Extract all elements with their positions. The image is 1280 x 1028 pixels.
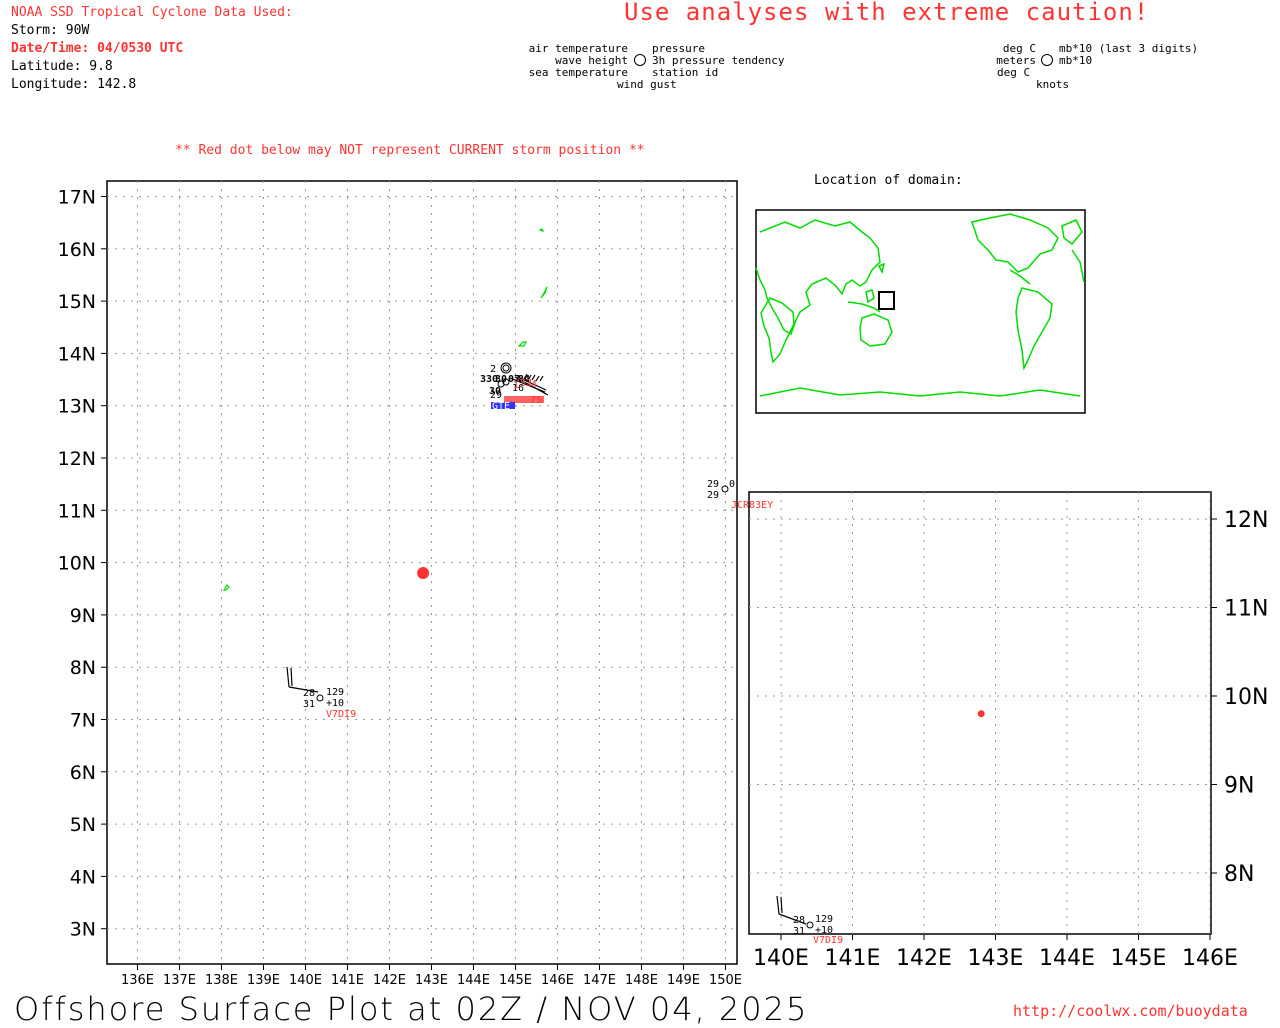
svg-text:4: 4 bbox=[531, 379, 537, 390]
main-lat-label: 15N bbox=[58, 291, 96, 313]
station-jcr83ey: 29 29 0 JCR83EY bbox=[707, 479, 773, 511]
jcr83ey-sea-temp: 29 bbox=[707, 490, 719, 501]
main-lon-label: 138E bbox=[205, 973, 238, 988]
main-lon-label: 145E bbox=[499, 973, 532, 988]
island-yap bbox=[222, 584, 230, 591]
main-lat-label: 5N bbox=[70, 814, 96, 836]
main-lon-label: 141E bbox=[331, 973, 364, 988]
storm-position-dot bbox=[417, 567, 430, 580]
main-lon-label: 148E bbox=[625, 973, 658, 988]
main-lat-label: 14N bbox=[58, 343, 96, 365]
main-lon-label: 139E bbox=[247, 973, 280, 988]
v7di9-sea-temp: 31 bbox=[303, 699, 315, 710]
plot-title: Offshore Surface Plot at 02Z / NOV 04, 2… bbox=[14, 990, 809, 1028]
main-lat-label: 7N bbox=[70, 710, 96, 732]
main-lon-label: 150E bbox=[709, 973, 742, 988]
main-lat-label: 8N bbox=[70, 657, 96, 679]
v7di9-station-circle bbox=[316, 694, 324, 702]
main-lat-label: 3N bbox=[70, 919, 96, 941]
main-lat-label: 10N bbox=[58, 553, 96, 575]
main-lat-label: 11N bbox=[58, 500, 96, 522]
main-lon-label: 136E bbox=[121, 973, 154, 988]
v7di9-air-temp: 28 bbox=[303, 688, 315, 699]
main-lon-label: 137E bbox=[163, 973, 196, 988]
main-lon-label: 140E bbox=[289, 973, 322, 988]
main-lon-label: 147E bbox=[583, 973, 616, 988]
station-v7di9: 28 31 129 +10 V7DI9 bbox=[286, 666, 356, 720]
source-url-link[interactable]: http://coolwx.com/buoydata bbox=[1013, 1002, 1248, 1020]
main-lat-label: 13N bbox=[58, 396, 96, 418]
main-lat-label: 12N bbox=[58, 448, 96, 470]
main-lat-label: 4N bbox=[70, 866, 96, 888]
jcr83ey-air-temp: 29 bbox=[707, 479, 719, 490]
island-saipan bbox=[540, 286, 548, 299]
main-lat-label: 17N bbox=[58, 187, 96, 209]
v7di9-station-id: V7DI9 bbox=[326, 709, 356, 720]
svg-text:1: 1 bbox=[513, 380, 519, 391]
main-lat-label: 6N bbox=[70, 762, 96, 784]
main-lon-label: 143E bbox=[415, 973, 448, 988]
jcr83ey-station-id: JCR83EY bbox=[731, 500, 773, 511]
main-lon-label: 142E bbox=[373, 973, 406, 988]
main-map: 17N 16N 15N 14N 13N 12N 11N 10N 9N 8N 7N 6N 5N 4N 3N 1… bbox=[58, 180, 773, 988]
svg-text:75: 75 bbox=[530, 395, 542, 406]
guam-sea-temp: 29 bbox=[490, 390, 502, 401]
main-map-lon-labels: 136E 137E 138E 139E 140E 141E 142E 143E 144E 145E… bbox=[121, 973, 742, 988]
main-map-lat-labels: 17N 16N 15N 14N 13N 12N 11N 10N 9N 8N 7N 6N 5N 4N 3N bbox=[58, 187, 96, 941]
main-lon-label: 146E bbox=[541, 973, 574, 988]
island-agrihan bbox=[538, 228, 545, 233]
main-lon-label: 144E bbox=[457, 973, 490, 988]
jcr83ey-pressure: 0 bbox=[729, 479, 735, 490]
svg-text:GTE: GTE bbox=[492, 401, 510, 412]
v7di9-tendency: +10 bbox=[326, 698, 344, 709]
main-lat-label: 9N bbox=[70, 605, 96, 627]
v7di9-pressure: 129 bbox=[326, 687, 344, 698]
island-rota bbox=[517, 341, 527, 347]
guam-station-cluster: 2 330 30 07 8 4 30 16 29 1 52 4 75 GTE bbox=[480, 362, 549, 412]
main-lat-label: 16N bbox=[58, 239, 96, 261]
main-lon-label: 149E bbox=[667, 973, 700, 988]
